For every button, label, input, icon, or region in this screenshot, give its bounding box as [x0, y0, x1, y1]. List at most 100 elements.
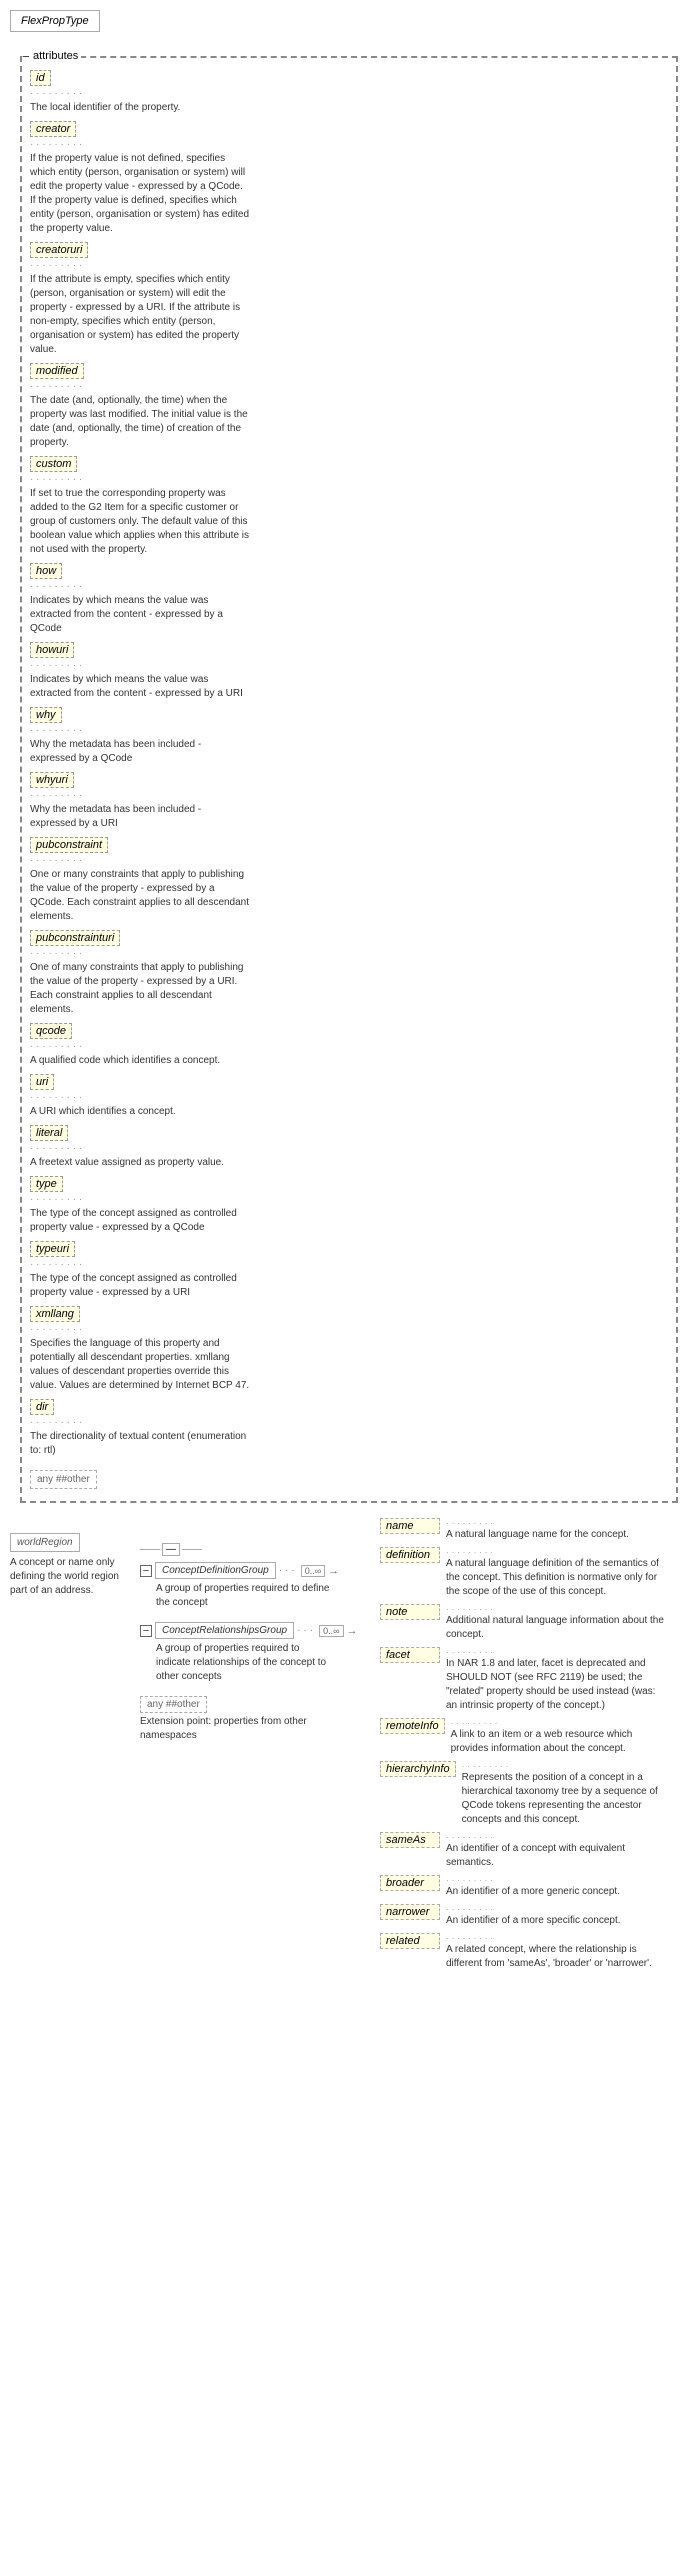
right-note-info: · · · · · · · · · Additional natural lan…: [446, 1604, 666, 1642]
attr-dir-dots: · · · · · · · · ·: [30, 1417, 668, 1428]
attr-dir: dir · · · · · · · · · The directionality…: [30, 1399, 668, 1458]
attr-pubconstrainturi-dots: · · · · · · · · ·: [30, 948, 668, 959]
attr-literal-desc: A freetext value assigned as property va…: [30, 1156, 250, 1170]
attributes-label: attributes: [30, 50, 81, 62]
attr-xmllang-desc: Specifies the language of this property …: [30, 1337, 250, 1393]
concept-definition-group-wrapper: − ConceptDefinitionGroup ··· 0..∞ → A gr…: [140, 1562, 360, 1610]
world-region-desc: A concept or name only defining the worl…: [10, 1556, 120, 1598]
attr-howuri: howuri · · · · · · · · · Indicates by wh…: [30, 642, 668, 701]
attr-howuri-name: howuri: [30, 642, 74, 658]
page: FlexPropType − attributes id · · · · · ·…: [0, 0, 688, 2567]
attr-qcode-name: qcode: [30, 1023, 72, 1039]
concept-rel-desc: A group of properties required to indica…: [156, 1642, 336, 1684]
concept-def-row: − ConceptDefinitionGroup ··· 0..∞ →: [140, 1562, 360, 1579]
type-title-text: FlexPropType: [21, 15, 89, 27]
right-related-info: · · · · · · · · · A related concept, whe…: [446, 1933, 666, 1971]
right-note-label: note: [380, 1604, 440, 1620]
right-facet-label: facet: [380, 1647, 440, 1663]
left-connector-row: —: [140, 1543, 360, 1556]
attr-literal: literal · · · · · · · · · A freetext val…: [30, 1125, 668, 1170]
world-region-box: worldRegion: [10, 1533, 80, 1552]
right-note-desc: Additional natural language information …: [446, 1614, 666, 1642]
right-hierinfo-info: · · · · · · · · · Represents the positio…: [462, 1761, 678, 1827]
right-item-sameas: sameAs · · · · · · · · · An identifier o…: [380, 1832, 678, 1870]
right-item-hierarchyinfo: hierarchyInfo · · · · · · · · · Represen…: [380, 1761, 678, 1827]
concept-def-expand[interactable]: −: [140, 1565, 152, 1577]
attr-typeuri: typeuri · · · · · · · · · The type of th…: [30, 1241, 668, 1300]
right-item-note: note · · · · · · · · · Additional natura…: [380, 1604, 678, 1642]
attr-how: how · · · · · · · · · Indicates by which…: [30, 563, 668, 636]
connector-line-right: [182, 1549, 202, 1550]
right-remoteinfo-label: remoteInfo: [380, 1718, 445, 1734]
right-item-narrower: narrower · · · · · · · · · An identifier…: [380, 1904, 678, 1928]
attr-creator-name: creator: [30, 121, 76, 137]
attr-custom-dots: · · · · · · · · ·: [30, 474, 668, 485]
concept-rel-box: ConceptRelationshipsGroup: [155, 1622, 294, 1639]
attr-uri: uri · · · · · · · · · A URI which identi…: [30, 1074, 668, 1119]
concept-def-desc: A group of properties required to define…: [156, 1582, 336, 1610]
attr-qcode: qcode · · · · · · · · · A qualified code…: [30, 1023, 668, 1068]
concept-rel-row: − ConceptRelationshipsGroup ··· 0..∞ →: [140, 1622, 360, 1639]
attr-creatoruri-dots: · · · · · · · · ·: [30, 260, 668, 271]
right-item-remoteinfo: remoteInfo · · · · · · · · · A link to a…: [380, 1718, 678, 1756]
right-item-broader: broader · · · · · · · · · An identifier …: [380, 1875, 678, 1899]
attr-why: why · · · · · · · · · Why the metadata h…: [30, 707, 668, 766]
right-narrower-label: narrower: [380, 1904, 440, 1920]
concept-rel-ellipsis: ···: [297, 1625, 316, 1636]
attr-why-desc: Why the metadata has been included - exp…: [30, 738, 250, 766]
right-related-dots: · · · · · · · · ·: [446, 1933, 666, 1943]
attr-typeuri-dots: · · · · · · · · ·: [30, 1259, 668, 1270]
world-region-label: worldRegion: [17, 1537, 73, 1548]
attr-custom-desc: If set to true the corresponding propert…: [30, 487, 250, 557]
right-related-desc: A related concept, where the relationshi…: [446, 1943, 666, 1971]
any-other-attr-box: any ##other: [30, 1470, 97, 1489]
right-broader-dots: · · · · · · · · ·: [446, 1875, 620, 1885]
right-broader-desc: An identifier of a more generic concept.: [446, 1885, 620, 1899]
attr-qcode-desc: A qualified code which identifies a conc…: [30, 1054, 250, 1068]
bottom-section: worldRegion A concept or name only defin…: [10, 1513, 678, 1976]
attr-whyuri: whyuri · · · · · · · · · Why the metadat…: [30, 772, 668, 831]
attr-dir-name: dir: [30, 1399, 54, 1415]
attr-custom: custom · · · · · · · · · If set to true …: [30, 456, 668, 557]
any-other-attr: any ##other: [30, 1464, 668, 1495]
collapse-icon[interactable]: −: [22, 49, 30, 64]
world-region-column: worldRegion A concept or name only defin…: [10, 1533, 130, 1976]
concept-rel-expand[interactable]: −: [140, 1625, 152, 1637]
right-remoteinfo-desc: A link to an item or a web resource whic…: [451, 1728, 671, 1756]
attr-howuri-desc: Indicates by which means the value was e…: [30, 673, 250, 701]
any-other-bottom-box: any ##other: [140, 1696, 207, 1713]
attr-creator-desc: If the property value is not defined, sp…: [30, 152, 250, 236]
right-name-label: name: [380, 1518, 440, 1534]
attr-why-name: why: [30, 707, 62, 723]
attr-how-name: how: [30, 563, 62, 579]
concept-groups-column: — − ConceptDefinitionGroup ··· 0..∞ → A …: [140, 1513, 360, 1976]
attr-type-name: type: [30, 1176, 63, 1192]
right-narrower-dots: · · · · · · · · ·: [446, 1904, 621, 1914]
right-items-column: name · · · · · · · · · A natural languag…: [380, 1513, 678, 1976]
attr-pubconstraint-dots: · · · · · · · · ·: [30, 855, 668, 866]
attr-how-dots: · · · · · · · · ·: [30, 581, 668, 592]
right-remoteinfo-dots: · · · · · · · · ·: [451, 1718, 671, 1728]
type-title: FlexPropType: [10, 10, 100, 32]
right-sameas-desc: An identifier of a concept with equivale…: [446, 1842, 666, 1870]
attr-xmllang-name: xmllang: [30, 1306, 80, 1322]
connector-line-left: [140, 1549, 160, 1550]
concept-def-ellipsis: ···: [279, 1565, 298, 1576]
attr-pubconstrainturi-name: pubconstrainturi: [30, 930, 120, 946]
attr-modified: modified · · · · · · · · · The date (and…: [30, 363, 668, 450]
attr-id: id · · · · · · · · · The local identifie…: [30, 70, 668, 115]
attr-creatoruri: creatoruri · · · · · · · · · If the attr…: [30, 242, 668, 357]
right-note-dots: · · · · · · · · ·: [446, 1604, 666, 1614]
right-broader-info: · · · · · · · · · An identifier of a mor…: [446, 1875, 620, 1899]
attr-pubconstraint: pubconstraint · · · · · · · · · One or m…: [30, 837, 668, 924]
concept-def-box: ConceptDefinitionGroup: [155, 1562, 276, 1579]
concept-def-arrow: →: [328, 1565, 339, 1577]
attr-how-desc: Indicates by which means the value was e…: [30, 594, 250, 636]
attr-id-dots: · · · · · · · · ·: [30, 88, 668, 99]
attr-pubconstraint-desc: One or many constraints that apply to pu…: [30, 868, 250, 924]
attr-dir-desc: The directionality of textual content (e…: [30, 1430, 250, 1458]
right-name-info: · · · · · · · · · A natural language nam…: [446, 1518, 629, 1542]
attr-modified-name: modified: [30, 363, 84, 379]
attr-pubconstrainturi-desc: One of many constraints that apply to pu…: [30, 961, 250, 1017]
attr-creatoruri-desc: If the attribute is empty, specifies whi…: [30, 273, 250, 357]
